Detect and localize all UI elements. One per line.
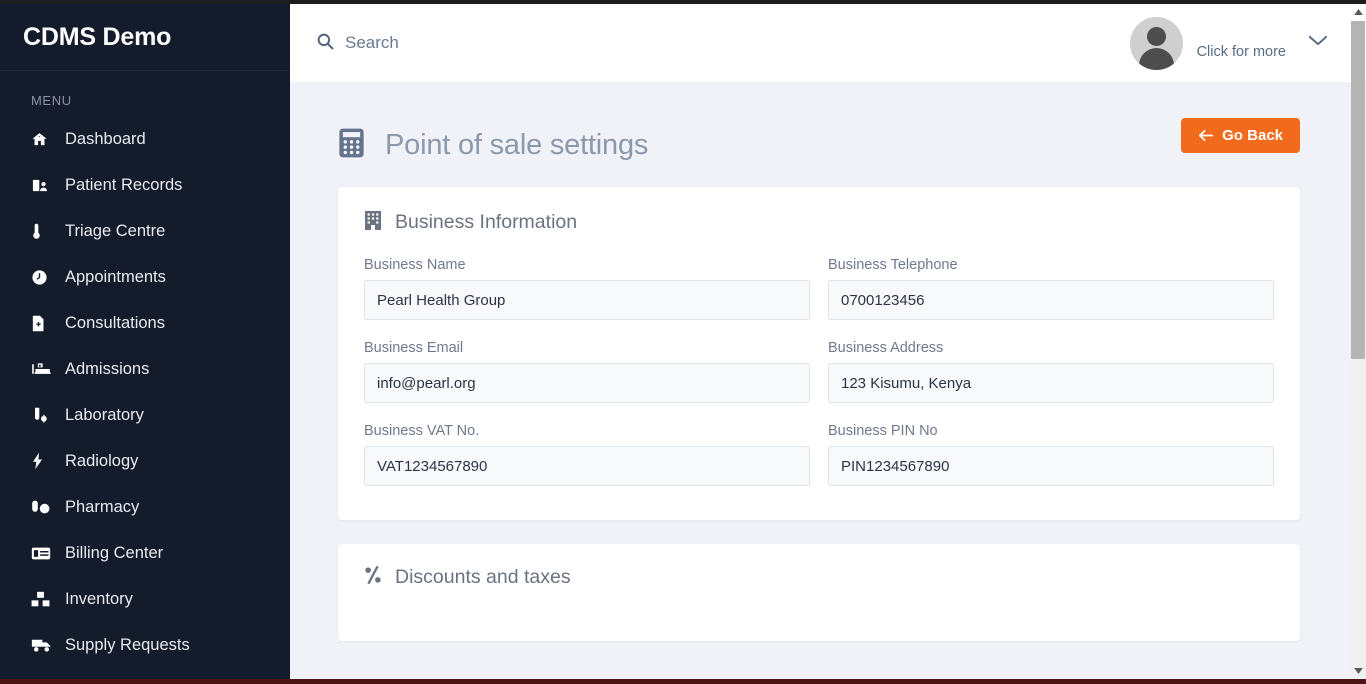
page-scrollbar[interactable] <box>1350 4 1366 679</box>
form-row: Business VAT No. Business PIN No <box>364 423 1274 486</box>
building-icon <box>364 209 382 235</box>
bolt-icon <box>31 452 57 470</box>
browser-top-edge <box>0 0 1366 4</box>
form-group: Business Name <box>364 257 810 320</box>
business-vat-input[interactable] <box>364 446 810 486</box>
sidebar-item-admissions[interactable]: Admissions <box>0 346 290 392</box>
sidebar-section-label: MENU <box>31 93 72 108</box>
business-name-input[interactable] <box>364 280 810 320</box>
scroll-up-arrow-icon[interactable] <box>1350 4 1366 20</box>
sidebar-item-laboratory[interactable]: Laboratory <box>0 392 290 438</box>
sidebar-item-inventory[interactable]: Inventory <box>0 576 290 622</box>
field-label: Business Email <box>364 340 464 356</box>
boxes-icon <box>31 591 57 608</box>
sidebar-item-label: Appointments <box>65 267 166 286</box>
form-group: Business PIN No <box>828 423 1274 486</box>
business-telephone-input[interactable] <box>828 280 1274 320</box>
search-placeholder: Search <box>345 33 399 52</box>
account-label: Click for more <box>1196 44 1286 60</box>
home-icon <box>31 131 57 148</box>
truck-icon <box>31 637 57 653</box>
card-header: Discounts and taxes <box>364 565 1274 589</box>
field-label: Business Address <box>828 340 944 356</box>
sidebar-item-label: Supply Requests <box>65 635 190 654</box>
sidebar-item-supply-requests[interactable]: Supply Requests <box>0 622 290 668</box>
app-root: CDMS Demo MENU Dashboard Patient Records… <box>0 0 1366 684</box>
brand-header[interactable]: CDMS Demo <box>0 4 290 71</box>
form-group: Business VAT No. <box>364 423 810 486</box>
sidebar-item-dashboard[interactable]: Dashboard <box>0 116 290 162</box>
sidebar-item-pharmacy[interactable]: Pharmacy <box>0 484 290 530</box>
sidebar-item-radiology[interactable]: Radiology <box>0 438 290 484</box>
search-icon <box>316 32 334 55</box>
avatar-body <box>1138 47 1174 70</box>
sidebar-item-label: Laboratory <box>65 405 144 424</box>
form-group: Business Telephone <box>828 257 1274 320</box>
brand-title: CDMS Demo <box>23 22 172 51</box>
top-header: Search Click for more <box>290 4 1350 82</box>
go-back-label: Go Back <box>1222 127 1283 144</box>
page-title: Point of sale settings <box>385 129 649 161</box>
page-header: Point of sale settings Go Back <box>290 82 1350 163</box>
patient-records-icon <box>31 177 57 194</box>
percent-icon <box>364 565 382 589</box>
sidebar-item-label: Dashboard <box>65 129 146 148</box>
calculator-icon <box>338 128 365 163</box>
business-email-input[interactable] <box>364 363 810 403</box>
main-content: Point of sale settings Go Back Business … <box>290 82 1350 679</box>
sidebar-item-label: Radiology <box>65 451 139 470</box>
scrollbar-thumb[interactable] <box>1351 21 1365 359</box>
thermometer-icon <box>31 223 57 240</box>
form-group: Business Email <box>364 340 810 403</box>
search-input[interactable]: Search <box>316 32 399 55</box>
sidebar-item-label: Pharmacy <box>65 497 140 516</box>
test-tube-icon <box>31 407 57 424</box>
chevron-down-icon[interactable] <box>1308 34 1328 52</box>
sidebar-item-billing-center[interactable]: Billing Center <box>0 530 290 576</box>
file-medical-icon <box>31 315 57 332</box>
form-group: Business Address <box>828 340 1274 403</box>
sidebar-item-appointments[interactable]: Appointments <box>0 254 290 300</box>
business-address-input[interactable] <box>828 363 1274 403</box>
form-row: Business Email Business Address <box>364 340 1274 403</box>
card-header: Business Information <box>364 209 1274 235</box>
card-title: Business Information <box>395 210 578 233</box>
sidebar: CDMS Demo MENU Dashboard Patient Records… <box>0 4 290 680</box>
scroll-down-arrow-icon[interactable] <box>1350 663 1366 679</box>
invoice-icon <box>31 546 57 561</box>
sidebar-item-label: Patient Records <box>65 175 183 194</box>
form-row: Business Name Business Telephone <box>364 257 1274 320</box>
hospital-bed-icon <box>31 361 57 377</box>
account-menu[interactable]: Click for more <box>1129 16 1328 70</box>
sidebar-item-label: Inventory <box>65 589 133 608</box>
field-label: Business Telephone <box>828 257 958 273</box>
sidebar-item-label: Triage Centre <box>65 221 166 240</box>
business-information-card: Business Information Business Name Busin… <box>338 187 1300 520</box>
pills-icon <box>31 499 57 515</box>
sidebar-item-patient-records[interactable]: Patient Records <box>0 162 290 208</box>
sidebar-item-label: Billing Center <box>65 543 164 562</box>
sidebar-item-triage-centre[interactable]: Triage Centre <box>0 208 290 254</box>
sidebar-item-label: Consultations <box>65 313 165 332</box>
business-pin-input[interactable] <box>828 446 1274 486</box>
field-label: Business Name <box>364 257 466 273</box>
discounts-and-taxes-card: Discounts and taxes <box>338 544 1300 641</box>
clock-icon <box>31 269 57 286</box>
card-title: Discounts and taxes <box>395 566 571 588</box>
arrow-left-icon <box>1198 129 1214 142</box>
avatar[interactable] <box>1129 16 1183 70</box>
sidebar-item-consultations[interactable]: Consultations <box>0 300 290 346</box>
field-label: Business PIN No <box>828 423 938 439</box>
avatar-head <box>1146 26 1166 46</box>
field-label: Business VAT No. <box>364 423 480 439</box>
browser-bottom-edge <box>0 679 1366 684</box>
go-back-button[interactable]: Go Back <box>1181 118 1300 153</box>
sidebar-item-label: Admissions <box>65 359 150 378</box>
